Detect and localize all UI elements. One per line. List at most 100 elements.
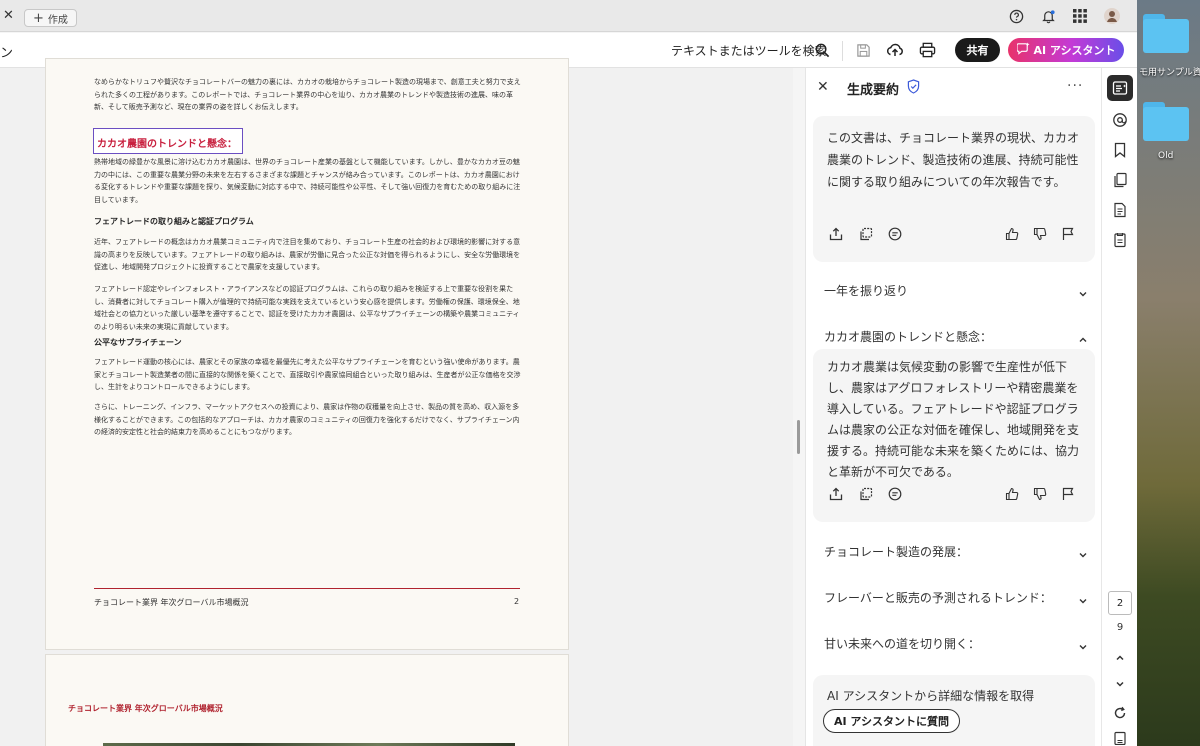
footer-page-number: 2 (514, 597, 520, 606)
current-page-number: 2 (1116, 597, 1124, 609)
flag-icon[interactable] (1059, 225, 1077, 243)
refresh-icon[interactable] (1110, 703, 1130, 723)
share-icon[interactable] (827, 485, 845, 503)
verified-shield-icon (907, 79, 920, 98)
section-label: チョコレート製造の発展： (824, 545, 969, 559)
summary-actions (827, 225, 1083, 243)
chevron-down-icon (1078, 591, 1088, 610)
copy-icon[interactable] (857, 485, 875, 503)
section-year-review[interactable]: 一年を振り返り (824, 280, 1092, 300)
thumbs-down-icon[interactable] (1031, 485, 1049, 503)
acrobat-window: ✕ + 作成 ン テキストまたはツールを検索 共有 AI アシスタント なめらか… (0, 0, 1137, 746)
ai-assistant-cta-card: AI アシスタントから詳細な情報を取得 AI アシスタントに質問 (813, 675, 1095, 746)
print-icon[interactable] (918, 41, 936, 59)
document-page: チョコレート業界 年次グローバル市場概況 (45, 654, 569, 746)
intro-paragraph: なめらかなトリュフや贅沢なチョコレートバーの魅力の裏には、カカオの栽培からチョコ… (94, 78, 521, 111)
bookmark-icon[interactable] (1110, 140, 1130, 160)
help-icon[interactable] (1007, 7, 1025, 25)
toolbar-left-text: ン (0, 46, 14, 61)
panel-title: 生成要約 (847, 83, 900, 98)
comment-mention-icon[interactable] (1110, 110, 1130, 130)
body-paragraph: フェアトレード認定やレインフォレスト・アライアンスなどの認証プログラムは、これら… (94, 285, 520, 331)
share-label: 共有 (966, 44, 989, 57)
save-icon[interactable] (854, 41, 872, 59)
summary-card: この文書は、チョコレート業界の現状、カカオ農業のトレンド、製造技術の進展、持続可… (813, 116, 1095, 262)
ask-ai-label: AI アシスタントに質問 (834, 715, 949, 728)
section-actions (827, 485, 1083, 503)
chevron-up-icon (1078, 330, 1088, 349)
body-paragraph: さらに、トレーニング、インフラ、マーケットアクセスへの投資により、農家は作物の収… (94, 403, 520, 436)
thumbs-up-icon[interactable] (1003, 485, 1021, 503)
section-flavor-trends[interactable]: フレーバーと販売の予測されるトレンド： (824, 587, 1092, 607)
cta-title: AI アシスタントから詳細な情報を取得 (827, 689, 1035, 703)
highlighted-heading-box[interactable]: カカオ農園のトレンドと懸念： (93, 128, 243, 154)
desktop-folder-label: モ用サンプル資料 (1139, 68, 1200, 78)
share-button[interactable]: 共有 (955, 38, 1000, 62)
section-label: 一年を振り返り (824, 284, 909, 298)
copy-icon[interactable] (857, 225, 875, 243)
new-tab-label: 作成 (47, 14, 68, 26)
new-tab-button[interactable]: + 作成 (24, 9, 77, 27)
chevron-down-icon (1078, 637, 1088, 656)
tool-search-label[interactable]: テキストまたはツールを検索 (671, 42, 827, 59)
thumbs-down-icon[interactable] (1031, 225, 1049, 243)
footer-rule (94, 588, 520, 589)
note-icon[interactable] (886, 485, 904, 503)
share-icon[interactable] (827, 225, 845, 243)
section-cacao-trends[interactable]: カカオ農園のトレンドと懸念： (824, 326, 1092, 346)
pages-thumbnail-icon[interactable] (1110, 170, 1130, 190)
document-page: なめらかなトリュフや贅沢なチョコレートバーの魅力の裏には、カカオの栽培からチョコ… (45, 58, 569, 650)
body-paragraph: フェアトレード運動の核心には、農家とその家族の幸福を最優先に考えた公平なサプライ… (94, 358, 521, 391)
close-panel-icon[interactable]: ✕ (817, 79, 829, 95)
next-page-icon[interactable] (1110, 674, 1130, 694)
chevron-down-icon (1078, 284, 1088, 303)
generative-summary-panel: ✕ 生成要約 ··· この文書は、チョコレート業界の現状、カカオ農業のトレンド、… (805, 68, 1101, 746)
section-label: カカオ農園のトレンドと懸念： (824, 330, 993, 344)
note-icon[interactable] (886, 225, 904, 243)
section-label: フレーバーと販売の予測されるトレンド： (824, 591, 1052, 605)
plus-icon: + (33, 10, 44, 26)
search-icon[interactable] (813, 41, 831, 59)
section-label: 甘い未来への道を切り開く： (824, 637, 981, 651)
section-sweet-future[interactable]: 甘い未来への道を切り開く： (824, 633, 1092, 653)
right-tool-rail: 2 9 (1101, 68, 1137, 746)
ask-ai-assistant-button[interactable]: AI アシスタントに質問 (823, 709, 960, 733)
tab-strip: ✕ + 作成 (0, 0, 1137, 32)
thumbs-up-icon[interactable] (1003, 225, 1021, 243)
notification-bell-icon[interactable] (1039, 7, 1057, 25)
document-viewer[interactable]: なめらかなトリュフや贅沢なチョコレートバーの魅力の裏には、カカオの栽培からチョコ… (0, 58, 793, 746)
page-fit-icon[interactable] (1110, 728, 1130, 746)
attachment-doc-icon[interactable] (1110, 230, 1130, 250)
toolbar-divider (842, 41, 843, 61)
folder-icon[interactable] (1141, 102, 1193, 142)
desktop-folder-label: Old (1158, 151, 1174, 161)
previous-page-icon[interactable] (1110, 648, 1130, 668)
apps-grid-icon[interactable] (1071, 7, 1089, 25)
current-page-input[interactable]: 2 (1108, 591, 1132, 615)
user-avatar-icon[interactable] (1103, 7, 1121, 25)
document-text-icon[interactable] (1110, 200, 1130, 220)
section-chocolate-manufacturing[interactable]: チョコレート製造の発展： (824, 541, 1092, 561)
highlighted-heading: カカオ農園のトレンドと懸念： (97, 139, 237, 150)
section-heading: フェアトレードの取り組みと認証プログラム (94, 217, 254, 226)
page-header-title: チョコレート業界 年次グローバル市場概況 (68, 704, 223, 713)
upload-cloud-icon[interactable] (886, 41, 904, 59)
ai-assistant-label: AI アシスタント (1033, 44, 1116, 57)
title-bar-icons (1007, 7, 1121, 25)
panel-resize-handle[interactable] (797, 420, 800, 454)
ai-assistant-button[interactable]: AI アシスタント (1008, 38, 1124, 62)
body-paragraph: 近年、フェアトレードの概念はカカオ農業コミュニティ内で注目を集めており、チョコレ… (94, 238, 521, 271)
ai-assistant-icon (1015, 42, 1030, 58)
section-content-text: カカオ農業は気候変動の影響で生産性が低下し、農家はアグロフォレストリーや精密農業… (827, 360, 1080, 479)
flag-icon[interactable] (1059, 485, 1077, 503)
body-paragraph: 熱帯地域の緑豊かな風景に溶け込むカカオ農園は、世界のチョコレート産業の基盤として… (94, 158, 521, 204)
more-options-icon[interactable]: ··· (1067, 78, 1083, 94)
close-tab-icon[interactable]: ✕ (3, 8, 14, 23)
folder-icon[interactable] (1141, 14, 1193, 54)
generative-summary-tool-icon[interactable] (1107, 75, 1133, 101)
chevron-down-icon (1078, 545, 1088, 564)
summary-text: この文書は、チョコレート業界の現状、カカオ農業のトレンド、製造技術の進展、持続可… (827, 131, 1080, 189)
footer-title: チョコレート業界 年次グローバル市場概況 (94, 598, 249, 607)
section-heading: 公平なサプライチェーン (94, 338, 182, 347)
section-content-card: カカオ農業は気候変動の影響で生産性が低下し、農家はアグロフォレストリーや精密農業… (813, 349, 1095, 522)
